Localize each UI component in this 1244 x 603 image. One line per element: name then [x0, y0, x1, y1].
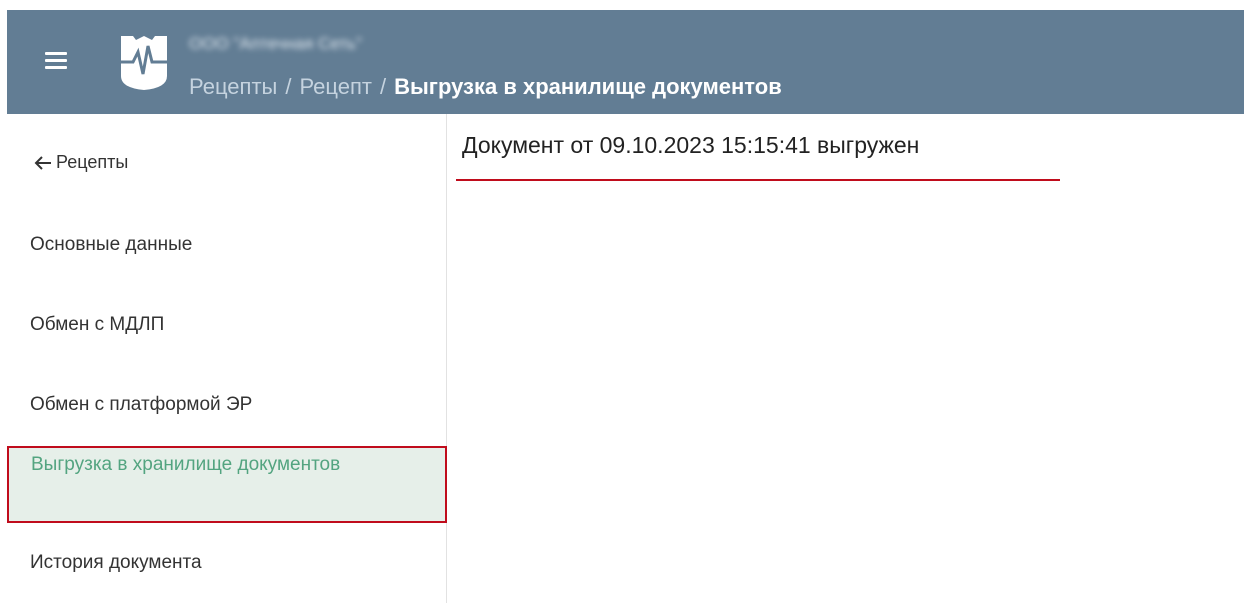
- sidebar-item-main-data[interactable]: Основные данные: [7, 232, 447, 258]
- sidebar-item-mdlp-exchange[interactable]: Обмен с МДЛП: [7, 312, 447, 338]
- pharmacy-logo-icon: [119, 36, 169, 90]
- sidebar-item-document-storage-upload[interactable]: Выгрузка в хранилище документов: [7, 446, 447, 523]
- app-header: ООО "Аптечная Сеть" Рецепты / Рецепт / Выгру…: [7, 10, 1244, 114]
- back-link-label: Рецепты: [56, 152, 129, 172]
- highlight-underline: [456, 179, 1060, 181]
- breadcrumb-link-recipe[interactable]: Рецепт: [299, 74, 372, 99]
- sidebar-item-er-platform-exchange[interactable]: Обмен с платформой ЭР: [7, 392, 447, 418]
- document-upload-status: Документ от 09.10.2023 15:15:41 выгружен: [462, 132, 920, 158]
- back-link[interactable]: Рецепты: [34, 152, 128, 173]
- main-content: Документ от 09.10.2023 15:15:41 выгружен: [448, 114, 1244, 603]
- arrow-left-icon: [34, 155, 51, 170]
- sidebar-item-document-history[interactable]: История документа: [7, 550, 447, 576]
- breadcrumb-separator: /: [285, 74, 292, 99]
- page: ООО "Аптечная Сеть" Рецепты / Рецепт / Выгру…: [0, 0, 1244, 603]
- hamburger-menu-icon[interactable]: [45, 52, 67, 70]
- organization-name: ООО "Аптечная Сеть": [189, 34, 362, 53]
- breadcrumb-separator: /: [380, 74, 387, 99]
- breadcrumb-link-recipes[interactable]: Рецепты: [189, 74, 277, 99]
- breadcrumb-current: Выгрузка в хранилище документов: [394, 74, 782, 99]
- breadcrumb: Рецепты / Рецепт / Выгрузка в хранилище доку…: [189, 74, 782, 100]
- sidebar: Рецепты Основные данные Обмен с МДЛП Обм…: [7, 114, 447, 603]
